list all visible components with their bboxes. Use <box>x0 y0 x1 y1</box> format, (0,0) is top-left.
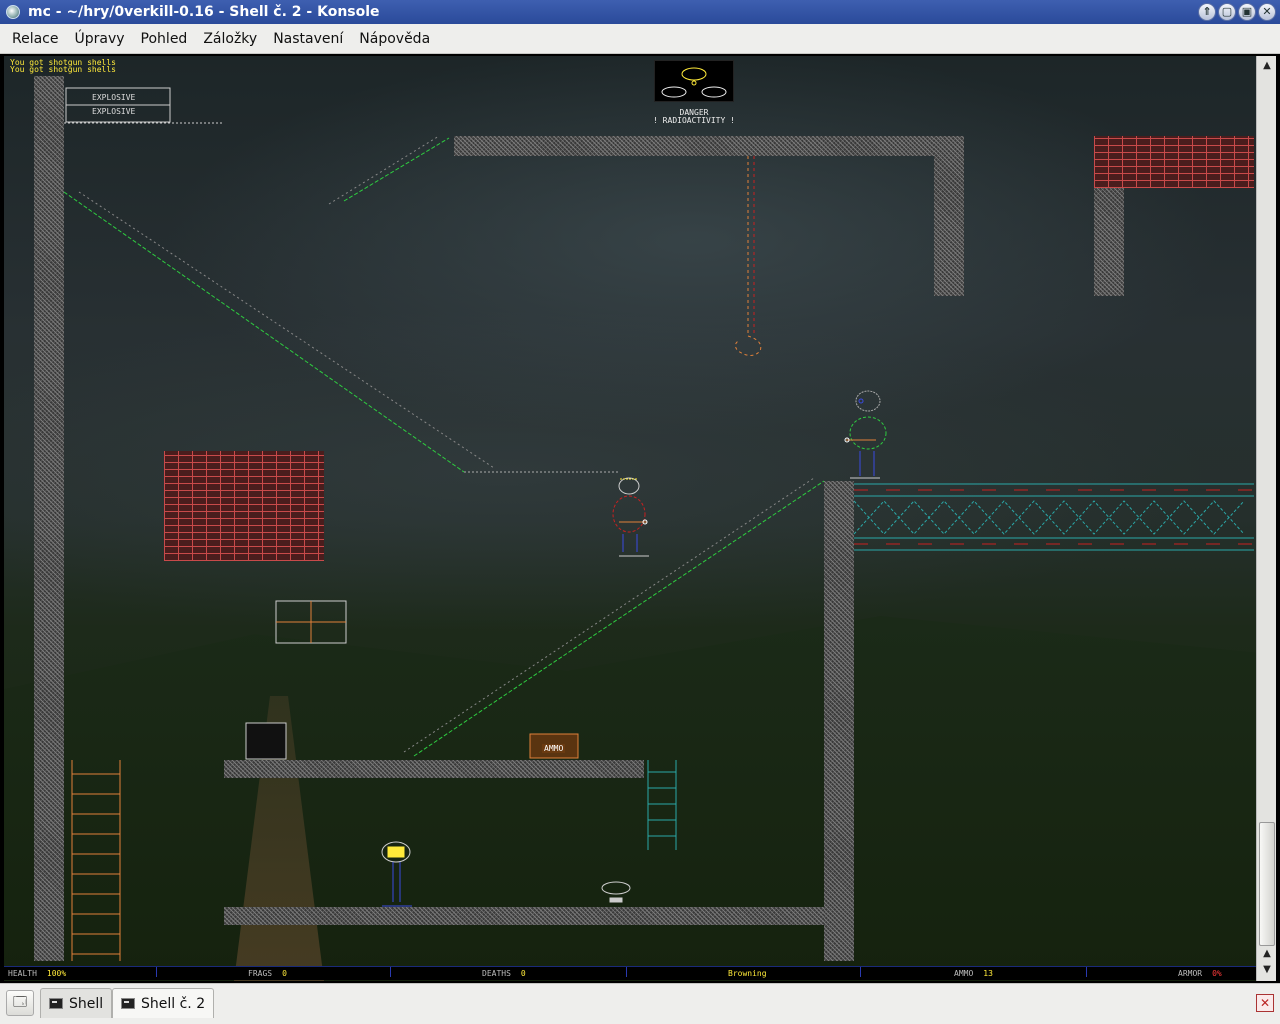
hud-armor: ARMOR 0% <box>1178 969 1222 978</box>
hud-frags: FRAGS 0 <box>248 969 287 978</box>
barrel <box>245 722 287 760</box>
sign-radioactivity-text: ! RADIOACTIVITY ! <box>653 116 735 125</box>
crate-label: EXPLOSIVE <box>92 93 136 102</box>
hud-deaths: DEATHS 0 <box>482 969 526 978</box>
hud-separator <box>626 967 627 977</box>
close-session-button[interactable]: ✕ <box>1256 994 1274 1012</box>
terminal-icon <box>121 998 135 1009</box>
hud-separator <box>860 967 861 977</box>
menu-pohled[interactable]: Pohled <box>133 31 196 47</box>
enemy-character <box>844 390 887 479</box>
hud-ammo-value: 13 <box>983 969 993 978</box>
tab-shell-2[interactable]: Shell č. 2 <box>112 988 215 1018</box>
terminal-game-view[interactable]: You got shotgun shells You got shotgun s… <box>4 56 1256 981</box>
hud-ammo: AMMO 13 <box>954 969 993 978</box>
close-session-icon: ✕ <box>1259 996 1271 1010</box>
window-close-button[interactable]: ✕ <box>1258 3 1276 21</box>
small-creature <box>601 881 631 903</box>
radiation-icon <box>661 67 727 98</box>
stair-steps <box>78 135 815 753</box>
hud-separator <box>156 967 157 977</box>
window-minimize-button[interactable]: ▢ <box>1218 3 1236 21</box>
menu-bar: Relace Úpravy Pohled Záložky Nastavení N… <box>0 24 1280 54</box>
cyan-ladder <box>647 760 677 850</box>
terminal-icon <box>49 998 63 1009</box>
tab-label: Shell <box>69 995 104 1012</box>
konsole-app-icon[interactable] <box>6 5 20 19</box>
window-controls: ⇑ ▢ ▣ ✕ <box>1198 3 1276 21</box>
window-keep-above-button[interactable]: ⇑ <box>1198 3 1216 21</box>
truss-bridge <box>853 483 1254 551</box>
session-tab-bar: 🗔 Shell Shell č. 2 ✕ <box>0 983 1280 1024</box>
hud-deaths-value: 0 <box>520 969 526 978</box>
hud-armor-value: 0% <box>1212 969 1222 978</box>
lamp-post <box>381 841 412 907</box>
ammo-box-label: AMMO <box>542 744 566 753</box>
hud-separator <box>390 967 391 977</box>
tab-label: Shell č. 2 <box>141 995 206 1012</box>
new-session-icon: 🗔 <box>12 995 28 1010</box>
window-titlebar[interactable]: mc - ~/hry/0verkill-0.16 - Shell č. 2 - … <box>0 0 1280 24</box>
new-session-button[interactable]: 🗔 <box>6 990 34 1016</box>
green-stairs <box>63 137 825 757</box>
window-title: mc - ~/hry/0verkill-0.16 - Shell č. 2 - … <box>28 4 380 20</box>
menu-napoveda[interactable]: Nápověda <box>351 31 438 47</box>
crate-label: EXPLOSIVE <box>92 107 136 116</box>
crane-chain <box>734 156 762 356</box>
scroll-down-arrow-icon[interactable]: ▼ <box>1259 962 1275 978</box>
hud-weapon: Browning <box>728 969 767 978</box>
scroll-up-arrow-icon[interactable]: ▲ <box>1259 58 1275 74</box>
level-geometry <box>63 71 1254 961</box>
hud-status-bar: HEALTH 100% FRAGS 0 DEATHS 0 Browning AMMO 1… <box>4 966 1256 980</box>
hud-health-value: 100% <box>46 969 67 978</box>
menu-nastaveni[interactable]: Nastavení <box>265 31 351 47</box>
menu-upravy[interactable]: Úpravy <box>67 31 133 47</box>
menu-relace[interactable]: Relace <box>4 31 67 47</box>
hud-frags-value: 0 <box>282 969 287 978</box>
scrollbar-thumb[interactable] <box>1259 822 1275 946</box>
hud-separator <box>1086 967 1087 977</box>
window-frame <box>275 600 347 644</box>
terminal-scrollbar[interactable]: ▲ ▲ ▼ <box>1256 56 1276 981</box>
window-maximize-button[interactable]: ▣ <box>1238 3 1256 21</box>
hud-health: HEALTH 100% <box>8 969 67 978</box>
player-character <box>612 477 649 557</box>
scroll-up-arrow-icon[interactable]: ▲ <box>1259 946 1275 962</box>
tab-shell[interactable]: Shell <box>40 988 113 1018</box>
orange-ladder <box>71 760 121 961</box>
menu-zalozky[interactable]: Záložky <box>195 31 265 47</box>
